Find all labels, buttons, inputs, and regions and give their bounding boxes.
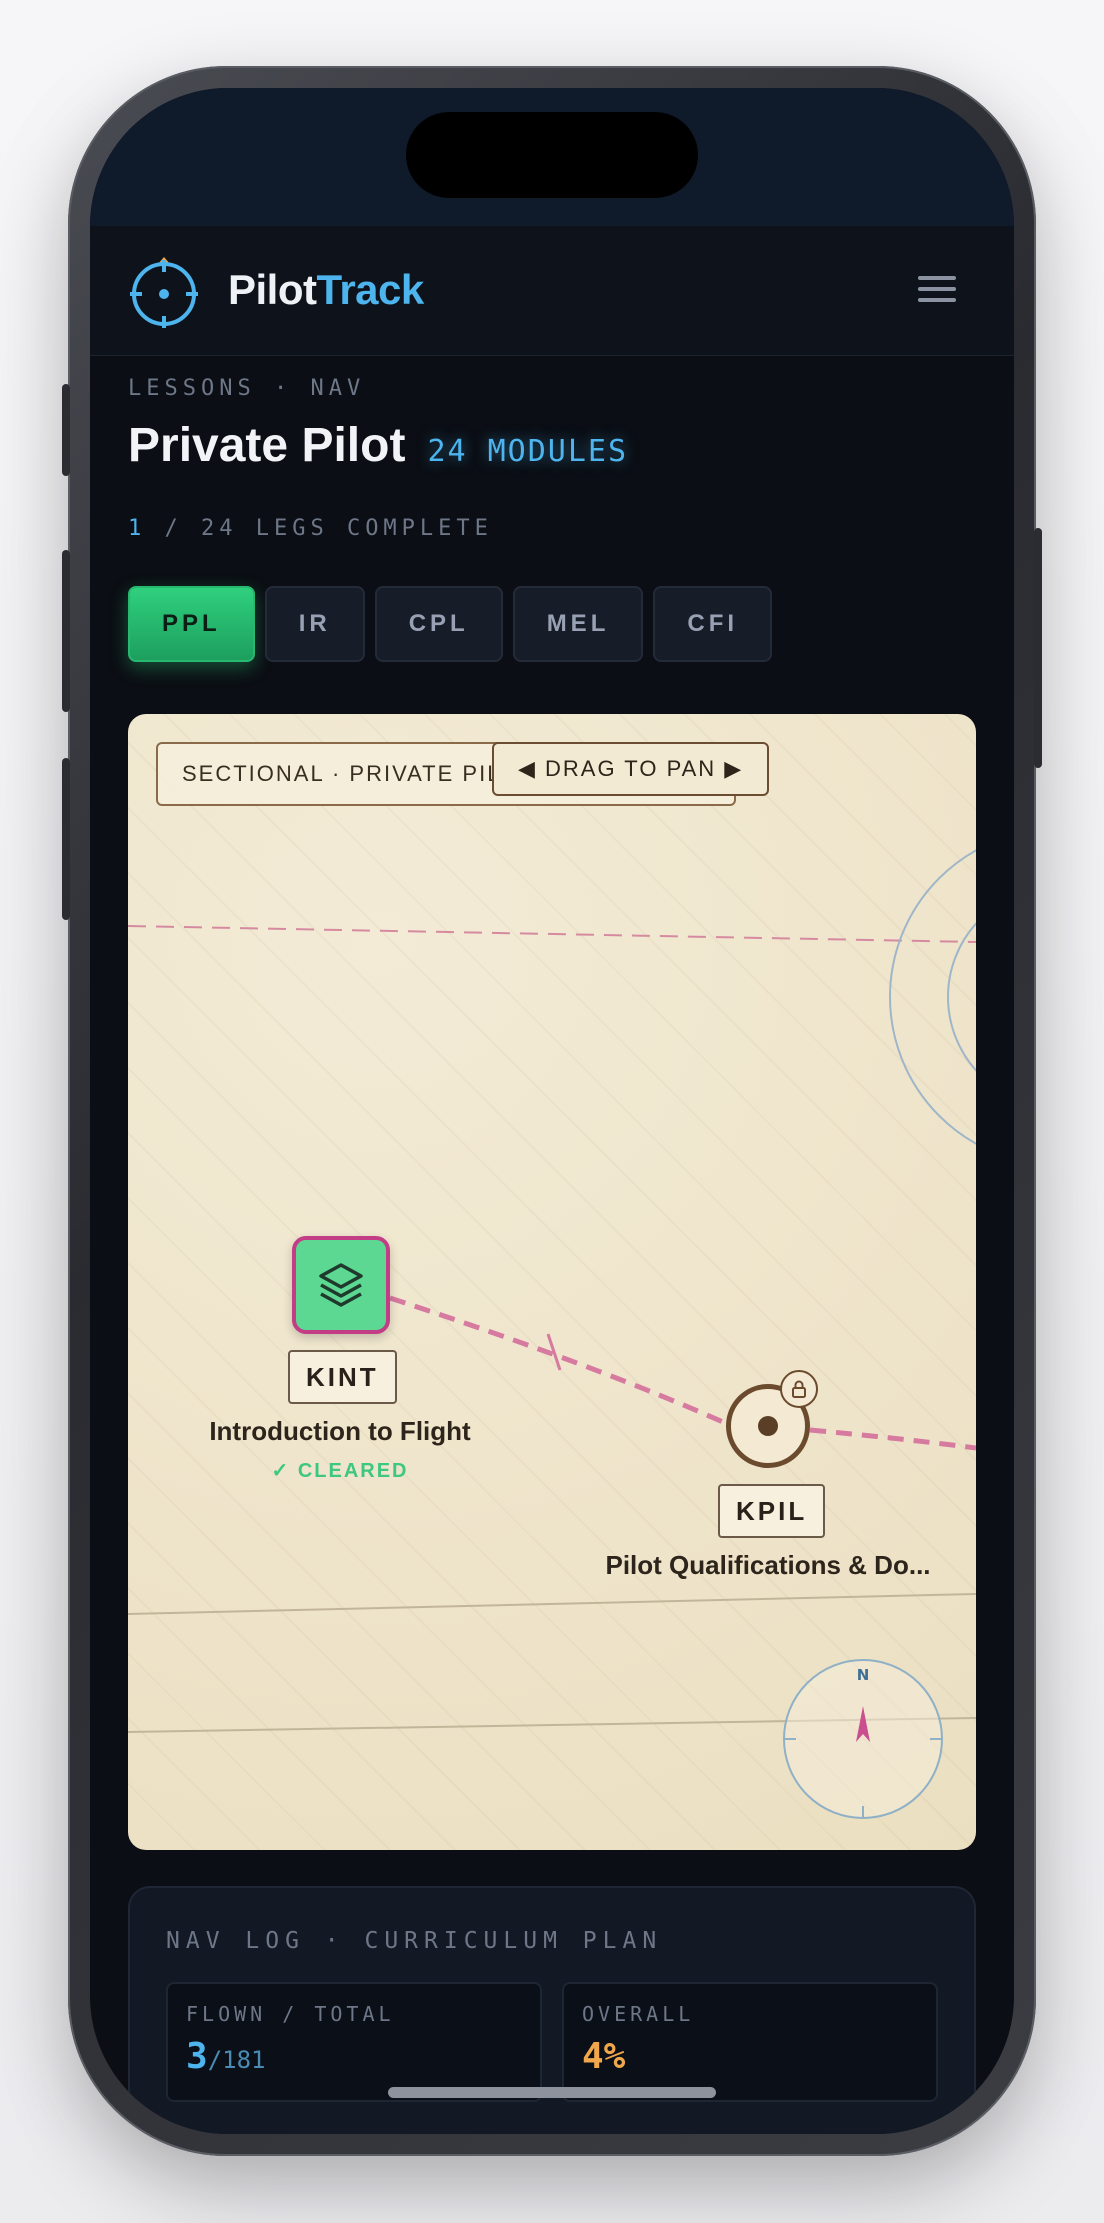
waypoint-ident-kint: KINT <box>288 1350 397 1404</box>
screen: PilotTrack LESSONS · NAV Private Pilot 2… <box>90 88 1014 2134</box>
title-row: Private Pilot 24 MODULES <box>128 418 628 473</box>
nav-log-title: NAV LOG · CURRICULUM PLAN <box>166 1928 663 1954</box>
progress-rest: / 24 LEGS COMPLETE <box>146 516 493 541</box>
status-bar <box>90 88 1014 226</box>
tab-cfi[interactable]: CFI <box>653 586 773 662</box>
app-header: PilotTrack <box>90 226 1014 356</box>
brand-part-track: Track <box>316 266 425 313</box>
flown-count: 3 <box>186 2036 208 2077</box>
volume-up-button <box>62 550 70 712</box>
volume-down-button <box>62 758 70 920</box>
lock-icon <box>780 1370 818 1408</box>
airspace-boundary <box>128 925 976 943</box>
module-count: 24 MODULES <box>427 434 629 469</box>
compass-north-label: N <box>857 1666 870 1684</box>
waypoint-name-kint: Introduction to Flight <box>209 1416 471 1446</box>
progress-done: 1 <box>128 516 147 541</box>
layers-icon <box>319 1263 363 1307</box>
breadcrumb: LESSONS · NAV <box>128 376 366 401</box>
sectional-map[interactable]: SECTIONAL · PRIVATE PILOT · 24 MODULES ◀… <box>128 714 976 1850</box>
progress-text: 1 / 24 LEGS COMPLETE <box>128 516 493 541</box>
waypoint-name-kpil: Pilot Qualifications & Do... <box>605 1550 931 1580</box>
stat-label-flown: FLOWN / TOTAL <box>186 2002 395 2026</box>
stat-value-overall: 4% <box>582 2036 626 2077</box>
stat-value-flown: 3/181 <box>186 2036 522 2077</box>
drag-to-pan-hint[interactable]: ◀ DRAG TO PAN ▶ <box>492 742 770 796</box>
stat-overall: OVERALL 4% <box>562 1982 938 2102</box>
page-title: Private Pilot <box>128 419 406 472</box>
brand-name[interactable]: PilotTrack <box>228 266 424 314</box>
stat-label-overall: OVERALL <box>582 2002 695 2026</box>
dynamic-island <box>406 112 698 198</box>
route-leg <box>809 1427 976 1451</box>
tab-cpl[interactable]: CPL <box>374 586 503 662</box>
tab-ppl[interactable]: PPL <box>128 586 255 662</box>
route-leg <box>389 1295 734 1429</box>
home-indicator[interactable] <box>388 2087 716 2098</box>
mute-switch <box>62 384 70 476</box>
phone-frame: PilotTrack LESSONS · NAV Private Pilot 2… <box>62 66 1042 2156</box>
crosshair-logo-icon[interactable] <box>128 256 200 328</box>
tab-mel[interactable]: MEL <box>512 586 644 662</box>
course-tabs: PPL IR CPL MEL CFI <box>128 586 773 662</box>
road-line <box>128 1593 976 1615</box>
brand-part-pilot: Pilot <box>228 266 317 313</box>
airspace-ring-inner <box>947 922 976 1072</box>
compass-icon[interactable]: N <box>782 1658 944 1820</box>
airspace-ring-outer <box>889 849 976 1145</box>
waypoint-kint[interactable] <box>292 1236 390 1334</box>
waypoint-dot <box>758 1416 778 1436</box>
menu-icon[interactable] <box>918 276 956 306</box>
stat-flown-total: FLOWN / TOTAL 3/181 <box>166 1982 542 2102</box>
status-badge-cleared: ✓ CLEARED <box>271 1460 409 1482</box>
flown-total: /181 <box>207 2046 266 2074</box>
power-button <box>1034 528 1042 768</box>
tab-ir[interactable]: IR <box>264 586 365 662</box>
waypoint-ident-kpil: KPIL <box>718 1484 826 1538</box>
